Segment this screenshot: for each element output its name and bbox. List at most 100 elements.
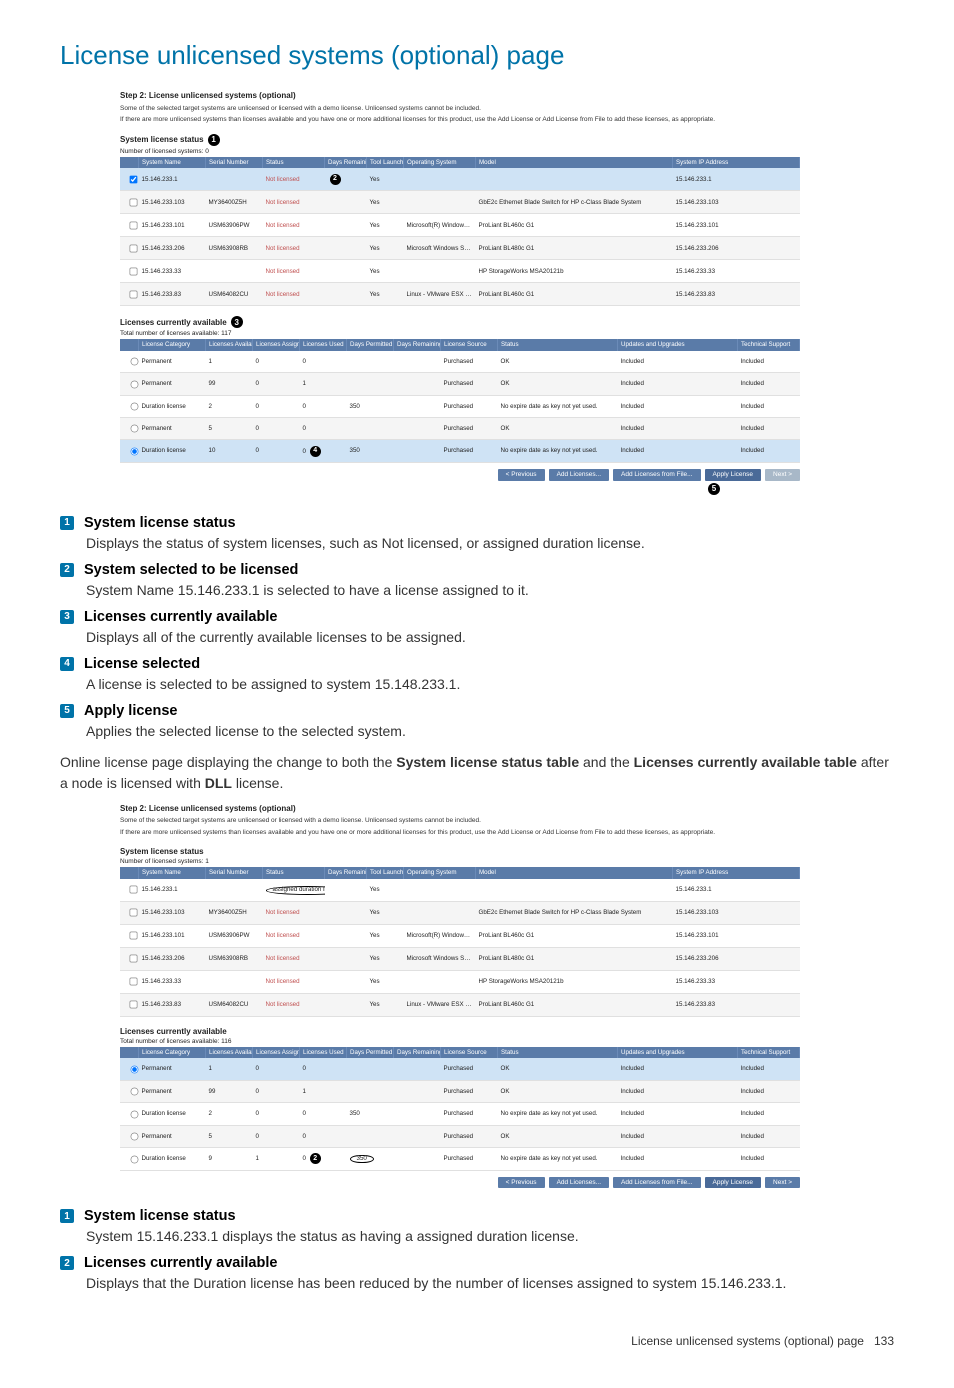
row-radio[interactable] (131, 1133, 139, 1141)
table-row[interactable]: 15.146.233.101 USM63906PW Not licensed Y… (120, 214, 800, 237)
row-checkbox[interactable] (130, 1001, 138, 1009)
col-header[interactable]: System Name (139, 867, 206, 878)
table-row[interactable]: 15.146.233.33 Not licensed Yes HP Storag… (120, 970, 800, 993)
row-checkbox[interactable] (130, 245, 138, 253)
button-add-licenses-[interactable]: Add Licenses... (549, 1177, 609, 1189)
button-add-licenses-from-file-[interactable]: Add Licenses from File... (613, 1177, 701, 1189)
button-add-licenses-[interactable]: Add Licenses... (549, 469, 609, 481)
col-header[interactable]: Status (498, 339, 618, 350)
row-checkbox[interactable] (130, 291, 138, 299)
col-header[interactable]: Licenses Available (206, 1047, 253, 1058)
col-header[interactable]: Licenses Assigned (253, 339, 300, 350)
col-header[interactable]: Licenses Assigned (253, 1047, 300, 1058)
col-header[interactable]: Technical Support (738, 1047, 800, 1058)
days-remaining (325, 237, 367, 260)
col-header[interactable]: System Name (139, 157, 206, 168)
col-header[interactable]: Operating System (404, 157, 476, 168)
table-row[interactable]: 15.146.233.33 Not licensed Yes HP Storag… (120, 260, 800, 283)
col-header[interactable]: Days Remaining (325, 157, 367, 168)
col-header[interactable]: Model (476, 157, 673, 168)
button-apply-license[interactable]: Apply License (705, 1177, 761, 1189)
col-header[interactable]: Serial Number (206, 867, 263, 878)
col-header[interactable]: Days Permitted (347, 1047, 394, 1058)
col-header[interactable]: Days Remaining (394, 339, 441, 350)
table-row[interactable]: 15.146.233.206 USM63908RB Not licensed Y… (120, 947, 800, 970)
col-header[interactable]: Status (498, 1047, 618, 1058)
row-radio[interactable] (131, 1088, 139, 1096)
row-radio[interactable] (131, 425, 139, 433)
row-checkbox[interactable] (130, 886, 138, 894)
button-apply-license[interactable]: Apply License (705, 469, 761, 481)
col-header[interactable]: System IP Address (673, 867, 800, 878)
row-checkbox[interactable] (130, 932, 138, 940)
row-checkbox[interactable] (130, 909, 138, 917)
button-next-[interactable]: Next > (765, 469, 800, 481)
col-header[interactable]: Status (263, 867, 325, 878)
col-header[interactable]: Model (476, 867, 673, 878)
col-header[interactable]: License Category (139, 1047, 206, 1058)
callout-title: License selected (84, 656, 200, 672)
button-next-[interactable]: Next > (765, 1177, 800, 1189)
col-header[interactable]: Tool Launch OK (367, 157, 404, 168)
col-header[interactable] (120, 157, 139, 168)
row-radio[interactable] (131, 1066, 139, 1074)
technical-support: Included (738, 1125, 800, 1147)
row-checkbox[interactable] (130, 199, 138, 207)
table-row[interactable]: 15.146.233.101 USM63906PW Not licensed Y… (120, 924, 800, 947)
table-row[interactable]: Duration license 9 1 0 2 350 Purchased N… (120, 1148, 800, 1170)
col-header[interactable]: Technical Support (738, 339, 800, 350)
col-header[interactable]: Licenses Available (206, 339, 253, 350)
col-header[interactable]: Days Permitted (347, 339, 394, 350)
table-row[interactable]: Permanent 5 0 0 Purchased OK Included In… (120, 417, 800, 439)
table-row[interactable]: Permanent 5 0 0 Purchased OK Included In… (120, 1125, 800, 1147)
col-header[interactable]: License Source (441, 1047, 498, 1058)
row-checkbox[interactable] (130, 176, 138, 184)
col-header[interactable]: License Category (139, 339, 206, 350)
table-row[interactable]: Permanent 1 0 0 Purchased OK Included In… (120, 1058, 800, 1080)
table-row[interactable]: Permanent 1 0 0 Purchased OK Included In… (120, 351, 800, 373)
row-radio[interactable] (131, 448, 139, 456)
table-row[interactable]: Duration license 2 0 0 350 Purchased No … (120, 395, 800, 417)
table-row[interactable]: Duration license 2 0 0 350 Purchased No … (120, 1103, 800, 1125)
col-header[interactable]: License Source (441, 339, 498, 350)
table-row[interactable]: 15.146.233.83 USM64082CU Not licensed Ye… (120, 993, 800, 1016)
table-row[interactable]: 15.146.233.206 USM63908RB Not licensed Y… (120, 237, 800, 260)
col-header[interactable]: Licenses Used (300, 1047, 347, 1058)
table-row[interactable]: 15.146.233.1 assigned duration license1 … (120, 879, 800, 902)
col-header[interactable]: Operating System (404, 867, 476, 878)
button--previous[interactable]: < Previous (498, 469, 545, 481)
table-row[interactable]: Permanent 99 0 1 Purchased OK Included I… (120, 373, 800, 395)
row-radio[interactable] (131, 1155, 139, 1163)
row-checkbox[interactable] (130, 955, 138, 963)
row-radio[interactable] (131, 358, 139, 366)
col-header[interactable] (120, 1047, 139, 1058)
status: Not licensed (263, 214, 325, 237)
row-radio[interactable] (131, 1110, 139, 1118)
col-header[interactable]: Status (263, 157, 325, 168)
col-header[interactable]: System IP Address (673, 157, 800, 168)
col-header[interactable]: Tool Launch OK (367, 867, 404, 878)
table-row[interactable]: Duration license 10 0 0 4 350 Purchased … (120, 440, 800, 462)
table-row[interactable]: 15.146.233.103 MY36400Z5H Not licensed Y… (120, 901, 800, 924)
table-row[interactable]: 15.146.233.103 MY36400Z5H Not licensed Y… (120, 191, 800, 214)
button--previous[interactable]: < Previous (498, 1177, 545, 1189)
row-checkbox[interactable] (130, 978, 138, 986)
col-header[interactable] (120, 867, 139, 878)
row-radio[interactable] (131, 403, 139, 411)
col-header[interactable]: Serial Number (206, 157, 263, 168)
col-header[interactable] (120, 339, 139, 350)
button-add-licenses-from-file-[interactable]: Add Licenses from File... (613, 469, 701, 481)
table-row[interactable]: 15.146.233.1 Not licensed 2 Yes 15.146.2… (120, 168, 800, 191)
row-checkbox[interactable] (130, 268, 138, 276)
table-row[interactable]: Permanent 99 0 1 Purchased OK Included I… (120, 1080, 800, 1102)
col-header[interactable]: Updates and Upgrades (618, 1047, 738, 1058)
col-header[interactable]: Licenses Used (300, 339, 347, 350)
tool-launch-ok: Yes (367, 191, 404, 214)
col-header[interactable]: Updates and Upgrades (618, 339, 738, 350)
row-radio[interactable] (131, 380, 139, 388)
col-header[interactable]: Days Remaining (394, 1047, 441, 1058)
row-checkbox[interactable] (130, 222, 138, 230)
col-header[interactable]: Days Remaining (325, 867, 367, 878)
days-permitted (347, 1080, 394, 1102)
table-row[interactable]: 15.146.233.83 USM64082CU Not licensed Ye… (120, 283, 800, 306)
